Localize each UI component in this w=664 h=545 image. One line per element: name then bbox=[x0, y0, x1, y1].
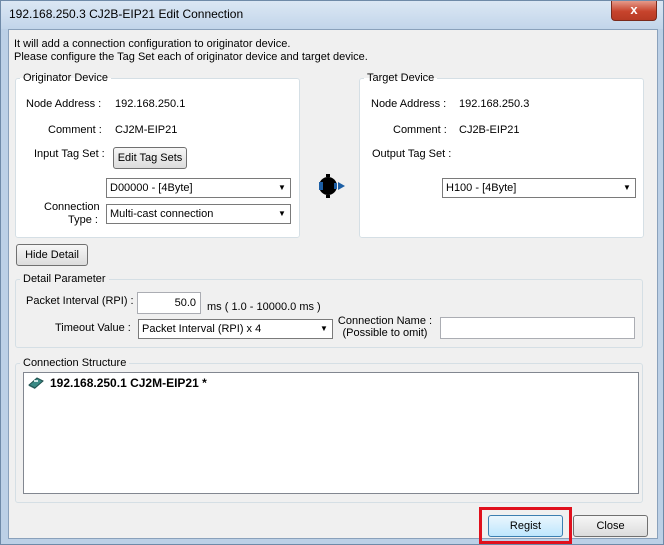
target-comment-value: CJ2B-EIP21 bbox=[459, 124, 520, 136]
rpi-range-text: ms ( 1.0 - 10000.0 ms ) bbox=[207, 301, 321, 313]
connection-arrow-icon bbox=[319, 174, 345, 198]
tree-node[interactable]: 192.168.250.1 CJ2M-EIP21 * bbox=[28, 376, 207, 390]
close-button[interactable]: Close bbox=[573, 515, 648, 537]
connection-structure-legend: Connection Structure bbox=[23, 357, 127, 369]
device-icon bbox=[28, 377, 44, 389]
window-close-button[interactable]: x bbox=[611, 1, 657, 21]
intro-line-1: It will add a connection configuration t… bbox=[14, 38, 291, 50]
rpi-input[interactable]: 50.0 bbox=[137, 292, 201, 314]
rpi-label: Packet Interval (RPI) : bbox=[26, 295, 134, 307]
output-tag-set-label: Output Tag Set : bbox=[372, 148, 452, 160]
intro-line-2: Please configure the Tag Set each of ori… bbox=[14, 51, 368, 63]
timeout-value-select[interactable]: Packet Interval (RPI) x 4 ▼ bbox=[138, 319, 333, 339]
title-bar[interactable]: 192.168.250.3 CJ2B-EIP21 Edit Connection… bbox=[1, 1, 663, 29]
target-node-address-value: 192.168.250.3 bbox=[459, 98, 530, 110]
edit-connection-window: 192.168.250.3 CJ2B-EIP21 Edit Connection… bbox=[0, 0, 664, 545]
close-icon: x bbox=[630, 2, 638, 17]
intro-text: It will add a connection configuration t… bbox=[14, 38, 368, 64]
input-tag-set-value: D00000 - [4Byte] bbox=[110, 182, 193, 194]
output-tag-set-value: H100 - [4Byte] bbox=[446, 182, 517, 194]
target-device-legend: Target Device bbox=[367, 72, 435, 84]
connection-name-input[interactable] bbox=[440, 317, 635, 339]
connection-name-label: Connection Name : (Possible to omit) bbox=[337, 315, 433, 339]
connection-name-label-line2: (Possible to omit) bbox=[342, 327, 428, 339]
target-node-address-label: Node Address : bbox=[371, 98, 447, 110]
output-tag-set-select[interactable]: H100 - [4Byte] ▼ bbox=[442, 178, 636, 198]
connection-type-label-line1: Connection bbox=[44, 201, 100, 213]
connection-type-label: Connection Type : bbox=[44, 201, 100, 227]
originator-comment-value: CJ2M-EIP21 bbox=[115, 124, 178, 136]
timeout-value-selected: Packet Interval (RPI) x 4 bbox=[142, 323, 262, 335]
originator-node-address-label: Node Address : bbox=[26, 98, 102, 110]
chevron-down-icon: ▼ bbox=[278, 209, 286, 218]
window-title: 192.168.250.3 CJ2B-EIP21 Edit Connection bbox=[9, 7, 244, 21]
originator-node-address-value: 192.168.250.1 bbox=[115, 98, 186, 110]
connection-type-label-line2: Type : bbox=[68, 214, 98, 226]
detail-parameter-legend: Detail Parameter bbox=[23, 273, 106, 285]
hide-detail-button[interactable]: Hide Detail bbox=[16, 244, 88, 266]
tree-node-label: 192.168.250.1 CJ2M-EIP21 * bbox=[50, 376, 207, 390]
edit-tag-sets-button[interactable]: Edit Tag Sets bbox=[113, 147, 187, 169]
regist-button[interactable]: Regist bbox=[488, 515, 563, 537]
originator-device-legend: Originator Device bbox=[23, 72, 108, 84]
target-comment-label: Comment : bbox=[393, 124, 447, 136]
chevron-down-icon: ▼ bbox=[278, 183, 286, 192]
chevron-down-icon: ▼ bbox=[623, 183, 631, 192]
connection-type-value: Multi-cast connection bbox=[110, 208, 214, 220]
input-tag-set-label: Input Tag Set : bbox=[34, 148, 105, 160]
connection-structure-tree[interactable]: 192.168.250.1 CJ2M-EIP21 * bbox=[23, 372, 639, 494]
connection-name-label-line1: Connection Name : bbox=[337, 315, 433, 327]
originator-comment-label: Comment : bbox=[48, 124, 102, 136]
connection-type-select[interactable]: Multi-cast connection ▼ bbox=[106, 204, 291, 224]
dialog-client-area: It will add a connection configuration t… bbox=[8, 29, 658, 544]
chevron-down-icon: ▼ bbox=[320, 324, 328, 333]
input-tag-set-select[interactable]: D00000 - [4Byte] ▼ bbox=[106, 178, 291, 198]
timeout-value-label: Timeout Value : bbox=[55, 322, 131, 334]
